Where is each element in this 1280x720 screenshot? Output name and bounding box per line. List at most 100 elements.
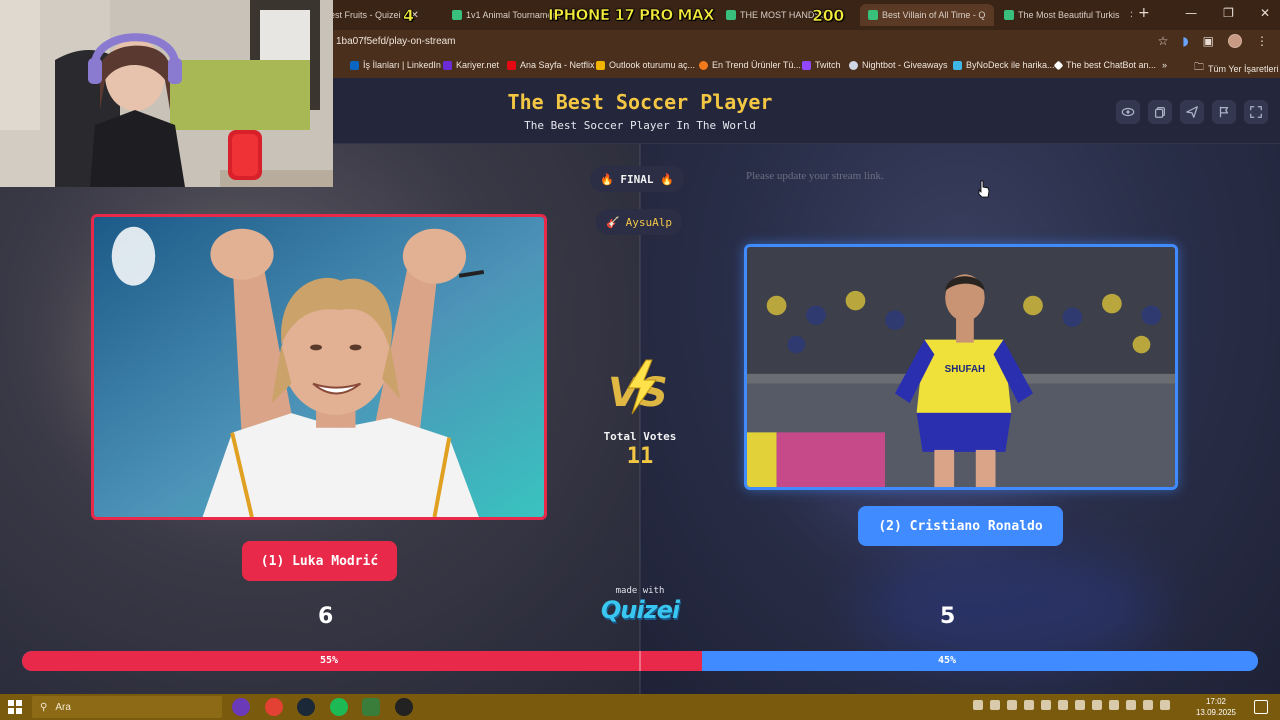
total-votes-value: 11 [626, 444, 654, 469]
tab-label: est Fruits - Quizei [330, 10, 401, 20]
new-tab-button[interactable]: + [1138, 5, 1150, 21]
outlook-icon [596, 60, 605, 70]
close-window-icon[interactable]: ✕ [1260, 6, 1270, 20]
app-icon-obs[interactable] [395, 698, 413, 716]
vote-option-2-button[interactable]: (2) Cristiano Ronaldo [858, 506, 1063, 546]
bookmark-kariyer[interactable]: Kariyer.net [443, 60, 499, 70]
bookmark-netflix[interactable]: Ana Sayfa - Netflix [507, 60, 595, 70]
stream-overlay-goal: 200 [812, 6, 845, 26]
bynodeck-icon [953, 60, 962, 70]
tab-label: Best Villain of All Time - Q [882, 10, 986, 20]
send-icon [1186, 106, 1198, 118]
background-blur [860, 548, 1160, 668]
tray-icon[interactable] [1160, 700, 1170, 710]
mouse-cursor-icon [978, 180, 990, 198]
fullscreen-button[interactable] [1244, 100, 1268, 124]
window-controls: — ❐ ✕ [1185, 6, 1270, 20]
made-with-label: made with [615, 586, 665, 596]
header-actions [1116, 100, 1268, 124]
report-button[interactable] [1212, 100, 1236, 124]
round-badge: 🔥 FINAL 🔥 [590, 166, 684, 192]
eye-icon [1121, 107, 1135, 117]
tray-icon[interactable] [1058, 700, 1068, 710]
tray-icon[interactable] [990, 700, 1000, 710]
tab-label: The Most Beautiful Turkis [1018, 10, 1120, 20]
stream-link-notice: Please update your stream link. [746, 170, 884, 182]
minimize-icon[interactable]: — [1185, 6, 1197, 20]
netflix-icon [507, 60, 516, 70]
tray-icon[interactable] [973, 700, 983, 710]
taskbar-search-field[interactable]: ⚲ Ara [32, 696, 222, 718]
app-icon-discord[interactable] [232, 698, 250, 716]
tray-icon[interactable] [1024, 700, 1034, 710]
bookmark-twitch[interactable]: Twitch [802, 60, 841, 70]
bookmark-label: Kariyer.net [456, 60, 500, 70]
taskbar-clock[interactable]: 17:02 13.09.2025 [1196, 696, 1236, 718]
tray-icon[interactable] [1143, 700, 1153, 710]
extensions-puzzle-icon[interactable]: ▣ [1203, 34, 1214, 48]
tray-icon[interactable] [1075, 700, 1085, 710]
copy-button[interactable] [1148, 100, 1172, 124]
clock-date: 13.09.2025 [1195, 708, 1236, 717]
tray-icon[interactable] [1126, 700, 1136, 710]
menu-kebab-icon[interactable]: ⋮ [1256, 34, 1268, 48]
app-icon-chrome[interactable] [265, 698, 283, 716]
url-field[interactable]: 1ba07f5efd/play-on-stream [336, 36, 456, 47]
vote-option-1-button[interactable]: (1) Luka Modrić [242, 541, 397, 581]
bookmark-linkedin[interactable]: İş İlanları | LinkedIn [350, 60, 441, 70]
option-1-image[interactable] [91, 214, 547, 520]
option-2-progress-fill [701, 651, 1258, 671]
bookmark-bynodeck[interactable]: ByNoDeck ile harika... [953, 60, 1055, 70]
screen: est Fruits - Quizei ✕ 1v1 Animal Tournam… [0, 0, 1280, 720]
tray-icon[interactable] [1041, 700, 1051, 710]
windows-start-icon[interactable] [8, 700, 22, 714]
app-icon-spotify[interactable] [330, 698, 348, 716]
bookmarks-overflow-button[interactable]: » [1162, 60, 1167, 70]
notification-icon[interactable] [1254, 700, 1268, 714]
tray-icon[interactable] [1109, 700, 1119, 710]
user-badge: 🎸 AysuAlp [596, 209, 682, 235]
tab-villain[interactable]: Best Villain of All Time - Q ✕ [860, 4, 994, 26]
option-2-vote-count: 5 [940, 604, 956, 629]
app-icon-store[interactable] [362, 698, 380, 716]
bookmark-label: En Trend Ürünler Tü... [712, 60, 801, 70]
close-icon[interactable]: ✕ [1130, 10, 1132, 21]
bookmark-trendyol[interactable]: En Trend Ürünler Tü... [699, 60, 801, 70]
quizei-logo[interactable]: Quizei [590, 596, 690, 624]
bookmark-nightbot[interactable]: Nightbot - Giveaways [849, 60, 948, 70]
twitch-icon [802, 60, 811, 70]
bookmark-outlook[interactable]: Outlook oturumu aç... [596, 60, 695, 70]
tab-beautiful[interactable]: The Most Beautiful Turkis ✕ [996, 4, 1132, 26]
versus-icon: VS [608, 359, 668, 416]
bookmark-chatbot[interactable]: The best ChatBot an... [1053, 60, 1156, 70]
tray-icon[interactable] [1007, 700, 1017, 710]
app-icon-steam[interactable] [297, 698, 315, 716]
system-tray [973, 700, 1170, 710]
profile-avatar[interactable] [1228, 34, 1242, 48]
share-button[interactable] [1180, 100, 1204, 124]
stream-overlay-prize: IPHONE 17 PRO MAX [548, 6, 715, 25]
player-photo-ronaldo: SHUFAH [747, 247, 1175, 487]
restore-icon[interactable]: ❐ [1223, 6, 1234, 20]
streamer-webcam-feed [0, 0, 333, 187]
option-1-percent: 55% [320, 655, 339, 666]
tab-fruits[interactable]: est Fruits - Quizei ✕ [322, 4, 442, 26]
clock-time: 17:02 [1205, 697, 1226, 706]
extension-icon[interactable]: ◗ [1182, 34, 1188, 48]
chevron-double-right-icon: » [1162, 60, 1168, 70]
all-bookmarks-button[interactable]: 🗀 Tüm Yer İşaretleri [1194, 60, 1279, 77]
bookmark-label: Twitch [815, 60, 841, 70]
vote-progress-bar: 55% 45% [22, 651, 1258, 671]
bookmark-label: ByNoDeck ile harika... [966, 60, 1055, 70]
bookmark-star-icon[interactable]: ☆ [1158, 34, 1169, 48]
tray-icon[interactable] [1092, 700, 1102, 710]
username: AysuAlp [625, 215, 673, 229]
webcam-overlay [0, 0, 333, 187]
quizei-favicon-icon [726, 10, 736, 20]
windows-taskbar: ⚲ Ara 17:02 13.09.2025 [0, 694, 1280, 720]
option-2-image[interactable]: SHUFAH [744, 244, 1178, 490]
player-photo-modric [94, 217, 544, 517]
address-bar-icons: ☆ ◗ ▣ ⋮ [1158, 34, 1268, 48]
view-button[interactable] [1116, 100, 1140, 124]
kariyer-icon [443, 60, 452, 70]
